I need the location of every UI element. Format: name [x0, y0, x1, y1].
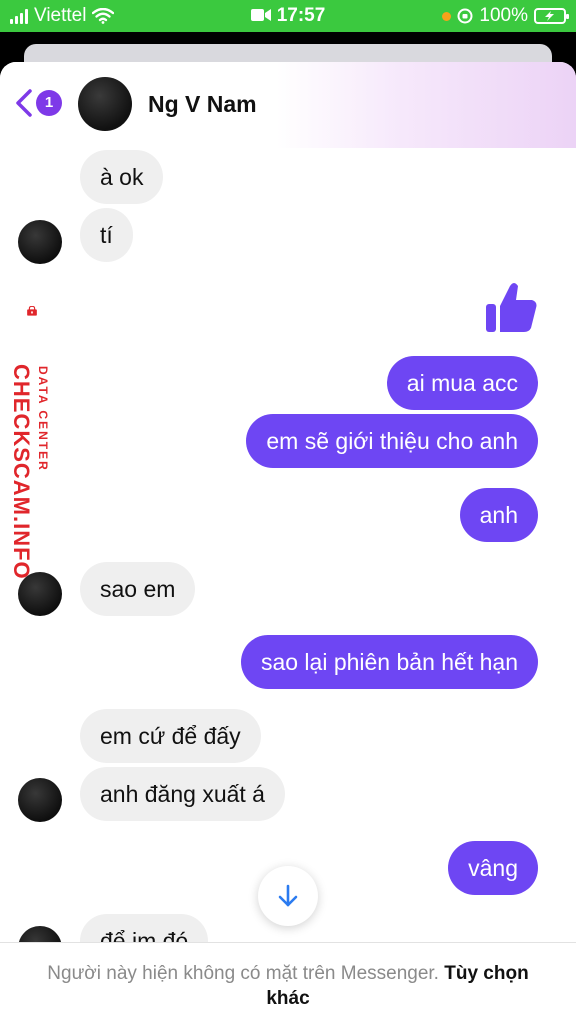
footer-note: Người này hiện không có mặt trên Messeng…: [47, 963, 439, 984]
conversation-sheet: 1 Ng V Nam à ok tí ai mua acc em sẽ giới…: [0, 62, 576, 1024]
message-bubble-outgoing[interactable]: em sẽ giới thiệu cho anh: [246, 414, 538, 468]
back-chevron-icon: [16, 89, 32, 117]
contact-name[interactable]: Ng V Nam: [148, 91, 257, 118]
scroll-to-bottom-button[interactable]: [258, 866, 318, 926]
watermark-small: DATA CENTER: [36, 366, 50, 472]
message-bubble-outgoing[interactable]: vâng: [448, 841, 538, 895]
message-bubble-incoming[interactable]: sao em: [80, 562, 196, 616]
sender-avatar: [18, 220, 62, 264]
message-bubble-incoming[interactable]: tí: [80, 208, 133, 262]
message-bubble-incoming[interactable]: à ok: [80, 150, 164, 204]
camera-icon: [250, 9, 271, 21]
status-time: 17:57: [276, 5, 326, 26]
arrow-down-icon: [278, 884, 298, 907]
chat-header: 1 Ng V Nam: [0, 62, 576, 148]
battery-icon: [534, 8, 569, 24]
message-bubble-outgoing[interactable]: ai mua acc: [386, 356, 538, 410]
unavailable-footer: Người này hiện không có mặt trên Messeng…: [0, 942, 576, 1024]
sender-avatar: [18, 778, 62, 822]
status-bar: Viettel 17:57 100%: [0, 0, 576, 32]
status-right: 100%: [442, 5, 569, 27]
watermark-text: CHECKSCAM.INFO DATA CENTER: [0, 364, 64, 594]
message-bubble-outgoing[interactable]: sao lại phiên bản hết hạn: [240, 635, 538, 689]
message-bubble-outgoing[interactable]: anh: [459, 488, 538, 542]
message-bubble-incoming[interactable]: em cứ để đấy: [80, 709, 261, 763]
back-button[interactable]: 1: [14, 88, 62, 118]
contact-avatar[interactable]: [78, 77, 132, 131]
recording-dot-icon: [442, 11, 452, 21]
watermark-main: CHECKSCAM.INFO: [9, 364, 34, 580]
message-bubble-incoming[interactable]: anh đăng xuất á: [80, 767, 285, 821]
unread-badge: 1: [36, 90, 62, 116]
battery-label: 100%: [479, 5, 528, 26]
orientation-lock-icon: [457, 8, 473, 24]
watermark-lock-icon: [27, 306, 37, 316]
thumbs-up-icon: [486, 283, 537, 332]
